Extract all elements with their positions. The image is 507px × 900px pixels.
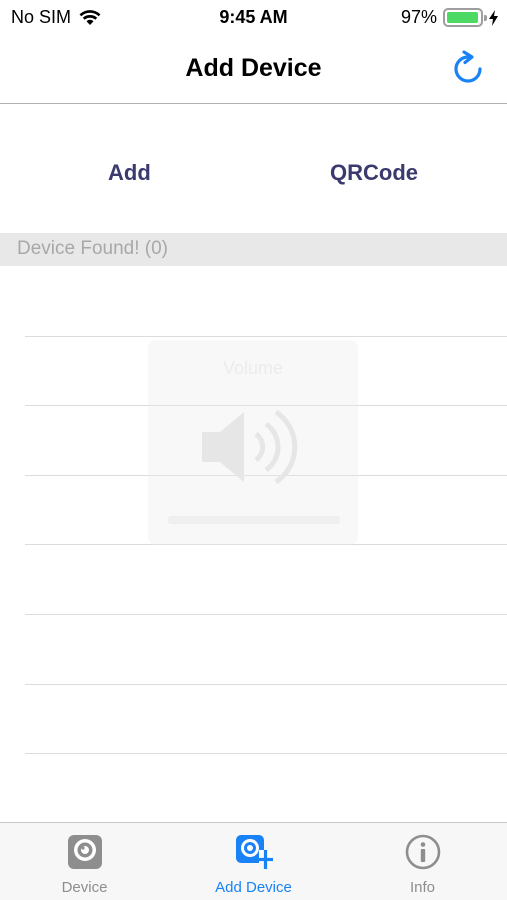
navigation-bar: Add Device	[0, 36, 507, 104]
charging-bolt-icon	[489, 9, 498, 26]
volume-level-bar	[168, 516, 340, 524]
tab-add-device[interactable]: Add Device	[169, 823, 338, 900]
volume-hud-overlay: Volume	[148, 340, 358, 545]
device-found-header: Device Found! (0)	[0, 233, 507, 266]
tab-device-label: Device	[61, 879, 108, 896]
page-title: Add Device	[185, 54, 322, 82]
battery-percent: 97%	[400, 7, 437, 27]
camera-icon	[68, 835, 102, 869]
speaker-icon	[202, 409, 298, 485]
status-bar: No SIM 9:45 AM 97%	[0, 0, 507, 36]
list-separator	[25, 614, 507, 615]
add-device-screen: No SIM 9:45 AM 97% Add Device Add QRCode…	[0, 0, 507, 900]
status-right: 97%	[401, 7, 498, 28]
battery-fill	[447, 12, 479, 23]
tab-device[interactable]: Device	[0, 823, 169, 900]
refresh-icon	[454, 50, 482, 83]
info-icon	[405, 834, 441, 870]
list-separator	[25, 336, 507, 337]
battery-nub	[484, 15, 487, 21]
list-separator	[25, 753, 507, 754]
tab-info[interactable]: Info	[338, 823, 507, 900]
battery-icon	[443, 8, 487, 27]
add-camera-icon	[236, 835, 273, 869]
qrcode-button[interactable]: QRCode	[330, 160, 418, 186]
action-row: Add QRCode	[0, 150, 507, 206]
refresh-button[interactable]	[449, 50, 487, 88]
volume-hud-label: Volume	[222, 358, 284, 378]
tab-add-device-label: Add Device	[215, 879, 292, 896]
tab-info-label: Info	[409, 879, 436, 896]
add-button[interactable]: Add	[108, 160, 151, 186]
device-found-label: Device Found! (0)	[17, 238, 169, 259]
tab-bar: Device Add Device Info	[0, 822, 507, 900]
list-separator	[25, 684, 507, 685]
